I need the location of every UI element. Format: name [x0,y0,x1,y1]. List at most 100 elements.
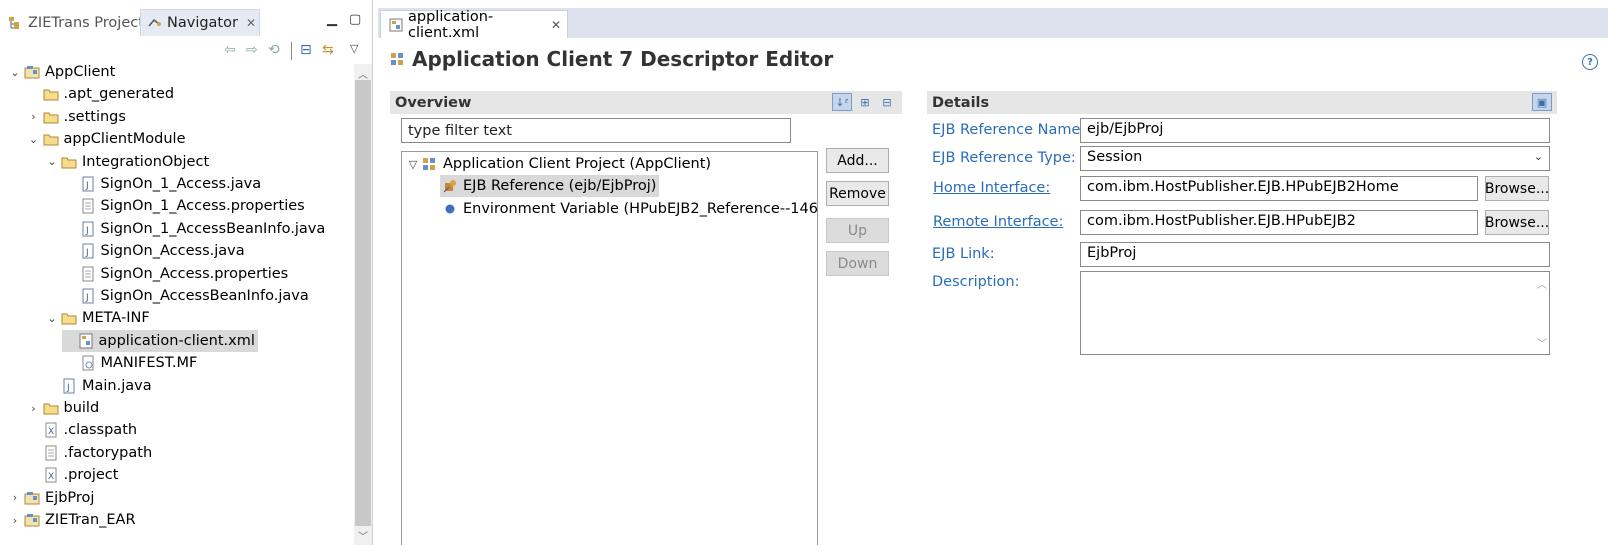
ejb-reference-type-select[interactable]: Session ⌄ [1080,146,1550,171]
navigator-scrollbar[interactable]: ︿ ﹀ [354,64,372,545]
scroll-up-icon[interactable]: ︿ [1537,276,1547,291]
chevron-down-icon[interactable]: ⌄ [8,66,22,79]
ejb-reference-type-label: EJB Reference Type: [932,150,1076,166]
minimize-icon[interactable]: ▁ [327,12,337,27]
close-icon[interactable]: ✕ [551,18,561,32]
tree-item[interactable]: .apt_generated [27,83,174,105]
tree-item[interactable]: › EjbProj [8,487,95,509]
descriptor-editor: application-client.xml ✕ Application Cli… [378,0,1608,545]
chevron-right-icon[interactable]: › [27,110,41,123]
forward-icon[interactable]: ⇨ [246,42,258,58]
tree-item-environment-variable[interactable]: Environment Variable (HPubEJB2_Reference… [440,198,817,220]
collapse-all-icon[interactable]: ⊟ [300,42,312,58]
svg-text:J: J [85,181,89,191]
tree-item[interactable]: .factorypath [27,442,152,464]
tree-item[interactable]: MANIFEST.MF [64,352,197,374]
tree-item[interactable]: application-client.xml [61,329,258,352]
filter-input[interactable] [401,118,791,143]
tree-item[interactable]: ⌄ appClientModule [27,128,186,150]
collapse-all-icon[interactable]: ⊟ [877,93,897,111]
scroll-up-icon[interactable]: ︿ [354,66,372,81]
up-icon[interactable]: ⟲ [268,42,280,58]
up-button[interactable]: Up [826,218,889,243]
link-with-editor-icon[interactable]: ⇆ [322,42,334,58]
chevron-right-icon[interactable]: › [27,402,41,415]
chevron-right-icon[interactable]: › [8,491,22,504]
folder-icon [61,310,77,326]
java-file-icon: J [80,288,96,304]
remote-interface-link[interactable]: Remote Interface: [933,214,1063,230]
chevron-down-icon[interactable]: ⌄ [45,312,59,325]
details-layout-icon[interactable]: ▣ [1532,93,1552,111]
chevron-down-icon[interactable]: ⌄ [45,155,59,168]
ejb-reference-name-field[interactable]: ejb/EjbProj [1080,118,1550,143]
view-menu-icon[interactable]: ▽ [350,42,358,55]
scroll-down-icon[interactable]: ﹀ [1537,335,1547,350]
tree-item-label: appClientModule [63,131,186,148]
sort-icon[interactable]: ↓ᶻ [832,93,852,111]
tree-item-ejb-reference[interactable]: EJB Reference (ejb/EjbProj) [440,175,660,197]
tree-item[interactable]: SignOn_Access.properties [64,263,288,285]
remove-button[interactable]: Remove [826,181,889,206]
details-section-header: Details [927,91,1557,114]
expand-all-icon[interactable]: ⊞ [855,93,875,111]
tree-item[interactable]: J Main.java [45,375,152,397]
tree-item[interactable]: SignOn_1_Access.properties [64,195,305,217]
add-button[interactable]: Add... [826,148,889,173]
scroll-down-icon[interactable]: ﹀ [354,528,372,543]
scrollbar-thumb[interactable] [355,80,371,526]
toolbar-separator [291,42,292,60]
descriptor-icon [389,17,403,33]
tree-item[interactable]: › .settings [27,106,126,128]
folder-icon [43,86,59,102]
folder-icon [43,400,59,416]
xml-file-icon: X [43,467,59,483]
overview-header-label: Overview [395,94,472,111]
tree-item[interactable]: J SignOn_1_Access.java [64,173,261,195]
tree-root[interactable]: ▽ Application Client Project (AppClient) [406,153,711,175]
editor-tab-application-client[interactable]: application-client.xml ✕ [380,9,568,41]
tab-zietrans-projects[interactable]: ZIETrans Projects [2,9,157,36]
descriptor-icon [78,333,94,349]
tree-item[interactable]: › build [27,397,99,419]
chevron-down-icon[interactable]: ⌄ [27,133,41,146]
ejb-reference-icon [442,178,458,194]
help-icon[interactable]: ? [1582,54,1598,70]
text-file-icon [43,445,59,461]
remote-browse-button[interactable]: Browse... [1485,210,1549,235]
chevron-right-icon[interactable]: › [8,514,22,527]
description-textarea[interactable]: ︿ ﹀ [1080,271,1550,355]
home-interface-field[interactable]: com.ibm.HostPublisher.EJB.HPubEJB2Home [1080,176,1478,201]
down-button[interactable]: Down [826,251,889,276]
page-title-text: Application Client 7 Descriptor Editor [412,47,834,71]
tree-item[interactable]: ⌄ AppClient [8,61,115,83]
tree-item[interactable]: X .classpath [27,419,137,441]
tree-item[interactable]: ⌄ IntegrationObject [45,151,209,173]
close-icon[interactable]: ✕ [246,16,256,30]
tree-item-label: .project [63,467,119,484]
tab-navigator[interactable]: Navigator ✕ [140,9,260,36]
tree-item[interactable]: X .project [27,464,119,486]
tree-item[interactable]: › ZIETran_EAR [8,509,136,531]
remote-interface-field[interactable]: com.ibm.HostPublisher.EJB.HPubEJB2 [1080,210,1478,235]
editor-tab-bar: application-client.xml ✕ [378,8,1608,41]
chevron-down-icon[interactable]: ▽ [406,158,420,171]
tree-item-label: SignOn_AccessBeanInfo.java [100,288,309,304]
tree-item[interactable]: J SignOn_AccessBeanInfo.java [64,285,309,307]
ejb-reference-type-value: Session [1087,149,1143,165]
ejb-link-field[interactable]: EjbProj [1080,242,1550,267]
home-interface-link[interactable]: Home Interface: [933,180,1050,196]
tree-item-label: EjbProj [45,489,95,506]
folder-icon [43,109,59,125]
java-file-icon: J [80,243,96,259]
page-title: Application Client 7 Descriptor Editor [388,45,833,73]
home-browse-button[interactable]: Browse... [1485,176,1549,201]
back-icon[interactable]: ⇦ [224,42,236,58]
navigator-icon [147,16,163,30]
tree-item[interactable]: ⌄ META-INF [45,307,149,329]
folder-icon [43,131,59,147]
tree-item[interactable]: J SignOn_Access.java [64,240,245,262]
tree-item[interactable]: J SignOn_1_AccessBeanInfo.java [64,218,325,240]
chevron-down-icon: ⌄ [1533,150,1543,163]
maximize-icon[interactable]: ▢ [349,12,361,27]
